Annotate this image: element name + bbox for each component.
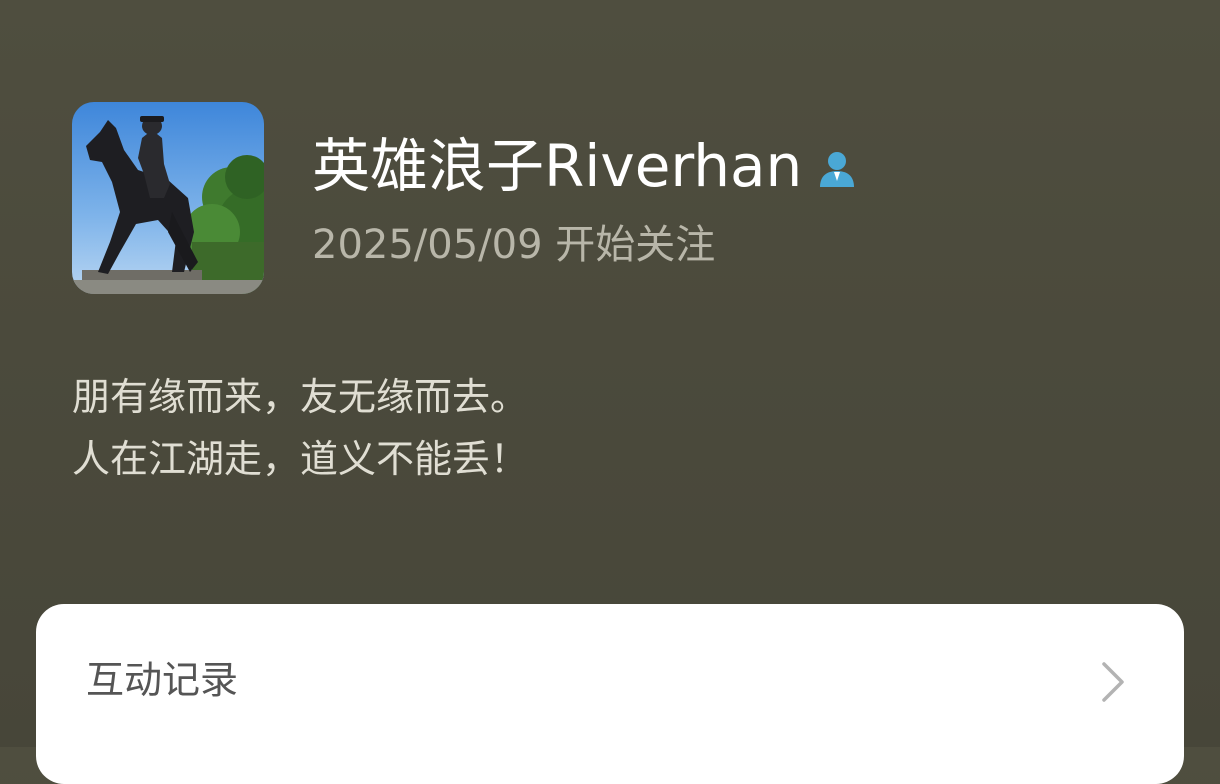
interaction-record-label: 互动记录 [86, 658, 239, 702]
interaction-card: 互动记录 [36, 604, 1184, 784]
avatar-image [72, 102, 264, 294]
profile-signature: 朋有缘而来，友无缘而去。 人在江湖走，道义不能丢！ [72, 366, 528, 490]
follow-date: 2025/05/09 开始关注 [312, 222, 716, 268]
chevron-right-icon [1102, 662, 1124, 702]
interaction-record-row[interactable]: 互动记录 [36, 604, 1184, 760]
signature-line-2: 人在江湖走，道义不能丢！ [72, 437, 529, 481]
profile-avatar[interactable] [72, 102, 264, 294]
profile-name-row: 英雄浪子Riverhan [312, 128, 858, 204]
signature-line-1: 朋有缘而来，友无缘而去。 [72, 375, 529, 419]
profile-name: 英雄浪子Riverhan [312, 132, 803, 200]
person-icon [820, 152, 855, 187]
